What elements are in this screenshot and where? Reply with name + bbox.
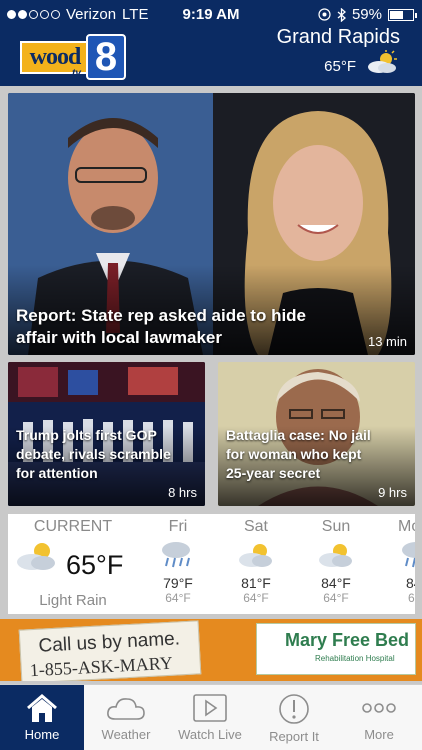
current-condition: Light Rain — [39, 592, 107, 609]
partly-cloudy-icon — [319, 544, 352, 567]
forecast-low: 64°F — [323, 591, 349, 605]
battery-icon — [388, 8, 417, 21]
tab-watch-live[interactable]: Watch Live — [168, 685, 252, 750]
forecast-low: 64°F — [243, 591, 269, 605]
forecast-low: 64°F — [165, 591, 191, 605]
forecast-high: 84 — [406, 575, 415, 591]
header-temperature: 65°F — [324, 58, 356, 75]
rain-icon — [402, 542, 415, 568]
cloud-icon — [107, 698, 145, 720]
story-age: 8 hrs — [168, 485, 197, 500]
tab-weather[interactable]: Weather — [84, 685, 168, 750]
story-card[interactable]: Battaglia case: No jail for woman who ke… — [218, 362, 415, 506]
forecast-high: 81°F — [241, 575, 271, 591]
forecast-day-name: Sun — [321, 518, 351, 535]
story-age: 9 hrs — [378, 485, 407, 500]
forecast-day: Sat 81°F 64°F — [226, 514, 286, 614]
forecast-day: Sun 84°F 64°F — [306, 514, 366, 614]
location-icon — [318, 8, 331, 21]
story-headline: Trump jolts first GOP debate, rivals scr… — [16, 427, 171, 481]
ad-brand-sub: Rehabilitation Hospital — [315, 654, 395, 663]
story-age: 13 min — [367, 334, 407, 349]
logo-sub: tv — [72, 68, 81, 79]
current-temperature: 65°F — [66, 550, 124, 580]
forecast-low: 61 — [408, 591, 415, 605]
ad-brand-sign: Mary Free Bed Rehabilitation Hospital — [256, 623, 416, 675]
partly-cloudy-icon — [239, 544, 272, 567]
tab-report-it[interactable]: Report It — [252, 685, 336, 750]
forecast-day: Mo 84 61 — [386, 514, 415, 614]
exclamation-icon — [279, 694, 309, 724]
wood-tv-logo[interactable]: wood 8 tv — [20, 34, 126, 80]
status-bar: Verizon LTE 9:19 AM 59% — [0, 0, 422, 28]
forecast-high: 79°F — [163, 575, 193, 591]
partly-cloudy-icon — [17, 543, 55, 570]
logo-number: 8 — [86, 34, 126, 80]
ad-banner[interactable]: Call us by name. 1-855-ASK-MARY Mary Fre… — [0, 619, 422, 681]
tab-label: Report It — [269, 729, 319, 744]
more-icon — [362, 703, 396, 713]
forecast-day-name: Mo — [398, 518, 415, 535]
forecast-day-name: Fri — [168, 518, 188, 535]
play-icon — [193, 694, 227, 722]
forecast-high: 84°F — [321, 575, 351, 591]
story-headline: Report: State rep asked aide to hide aff… — [16, 306, 307, 347]
forecast-day-name: Sat — [243, 518, 268, 535]
rain-icon — [162, 542, 190, 568]
partly-cloudy-icon — [368, 50, 397, 73]
forecast-day: Fri 79°F 64°F — [148, 514, 208, 614]
logo-text: wood — [29, 44, 82, 70]
top-story-card[interactable]: Report: State rep asked aide to hide aff… — [8, 93, 415, 355]
battery-percent: 59% — [351, 6, 382, 23]
bluetooth-icon — [337, 7, 346, 22]
tab-label: More — [364, 727, 394, 742]
current-label: CURRENT — [33, 518, 113, 535]
story-card[interactable]: Trump jolts first GOP debate, rivals scr… — [8, 362, 205, 506]
tab-bar: Home Weather Watch Live Report It More — [0, 684, 422, 750]
tab-more[interactable]: More — [337, 685, 421, 750]
weather-forecast-strip[interactable]: CURRENT 65°F Light Rain Fri 79°F 64°F Sa… — [8, 514, 415, 614]
home-icon — [27, 694, 57, 722]
tab-label: Home — [24, 727, 60, 742]
app-header: Verizon LTE 9:19 AM 59% wood 8 tv Grand … — [0, 0, 422, 86]
tab-label: Watch Live — [178, 727, 242, 742]
current-weather: CURRENT 65°F Light Rain — [8, 514, 138, 614]
tab-label: Weather — [101, 727, 151, 742]
story-headline: Battaglia case: No jail for woman who ke… — [226, 427, 371, 481]
ad-brand: Mary Free Bed — [285, 630, 410, 650]
tab-home[interactable]: Home — [0, 685, 84, 750]
ad-phone-card: Call us by name. 1-855-ASK-MARY — [18, 620, 202, 681]
city-name[interactable]: Grand Rapids — [277, 26, 400, 49]
